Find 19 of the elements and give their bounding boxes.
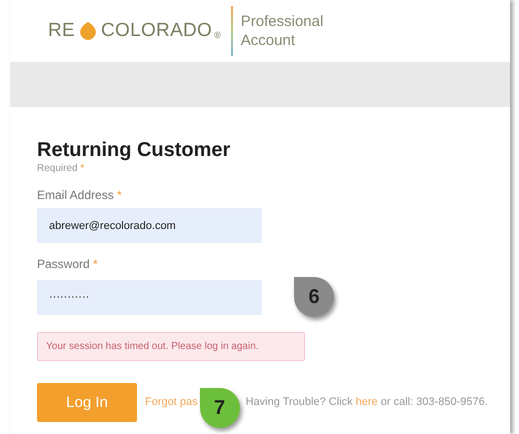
forgot-password-link[interactable]: Forgot pas (145, 396, 198, 408)
help-link[interactable]: here (356, 396, 378, 408)
account-label: Account (240, 31, 296, 50)
leaf-icon (77, 20, 99, 42)
field-label: Password * (37, 257, 99, 271)
input-field[interactable]: abrewer@recolorado.com (37, 208, 262, 243)
field-label: Email Address * (37, 188, 123, 202)
required-note: Required * (37, 163, 86, 174)
error-message: Your session has timed out. Please log in again. (37, 332, 305, 361)
logo-text: COLORADO (101, 20, 212, 42)
account-label: Professional (240, 12, 324, 31)
input-field[interactable]: ··········· (37, 280, 262, 314)
login-button[interactable]: Log In (37, 382, 137, 422)
callout-badge: 7 (200, 388, 240, 428)
callout-badge: 6 (294, 277, 334, 317)
registered-mark: ® (214, 30, 221, 40)
help-text: Having Trouble? Click here or call: 303-850-9576. (246, 396, 488, 408)
form-title: Returning Customer (37, 139, 232, 162)
logo-text: RE (48, 20, 75, 42)
